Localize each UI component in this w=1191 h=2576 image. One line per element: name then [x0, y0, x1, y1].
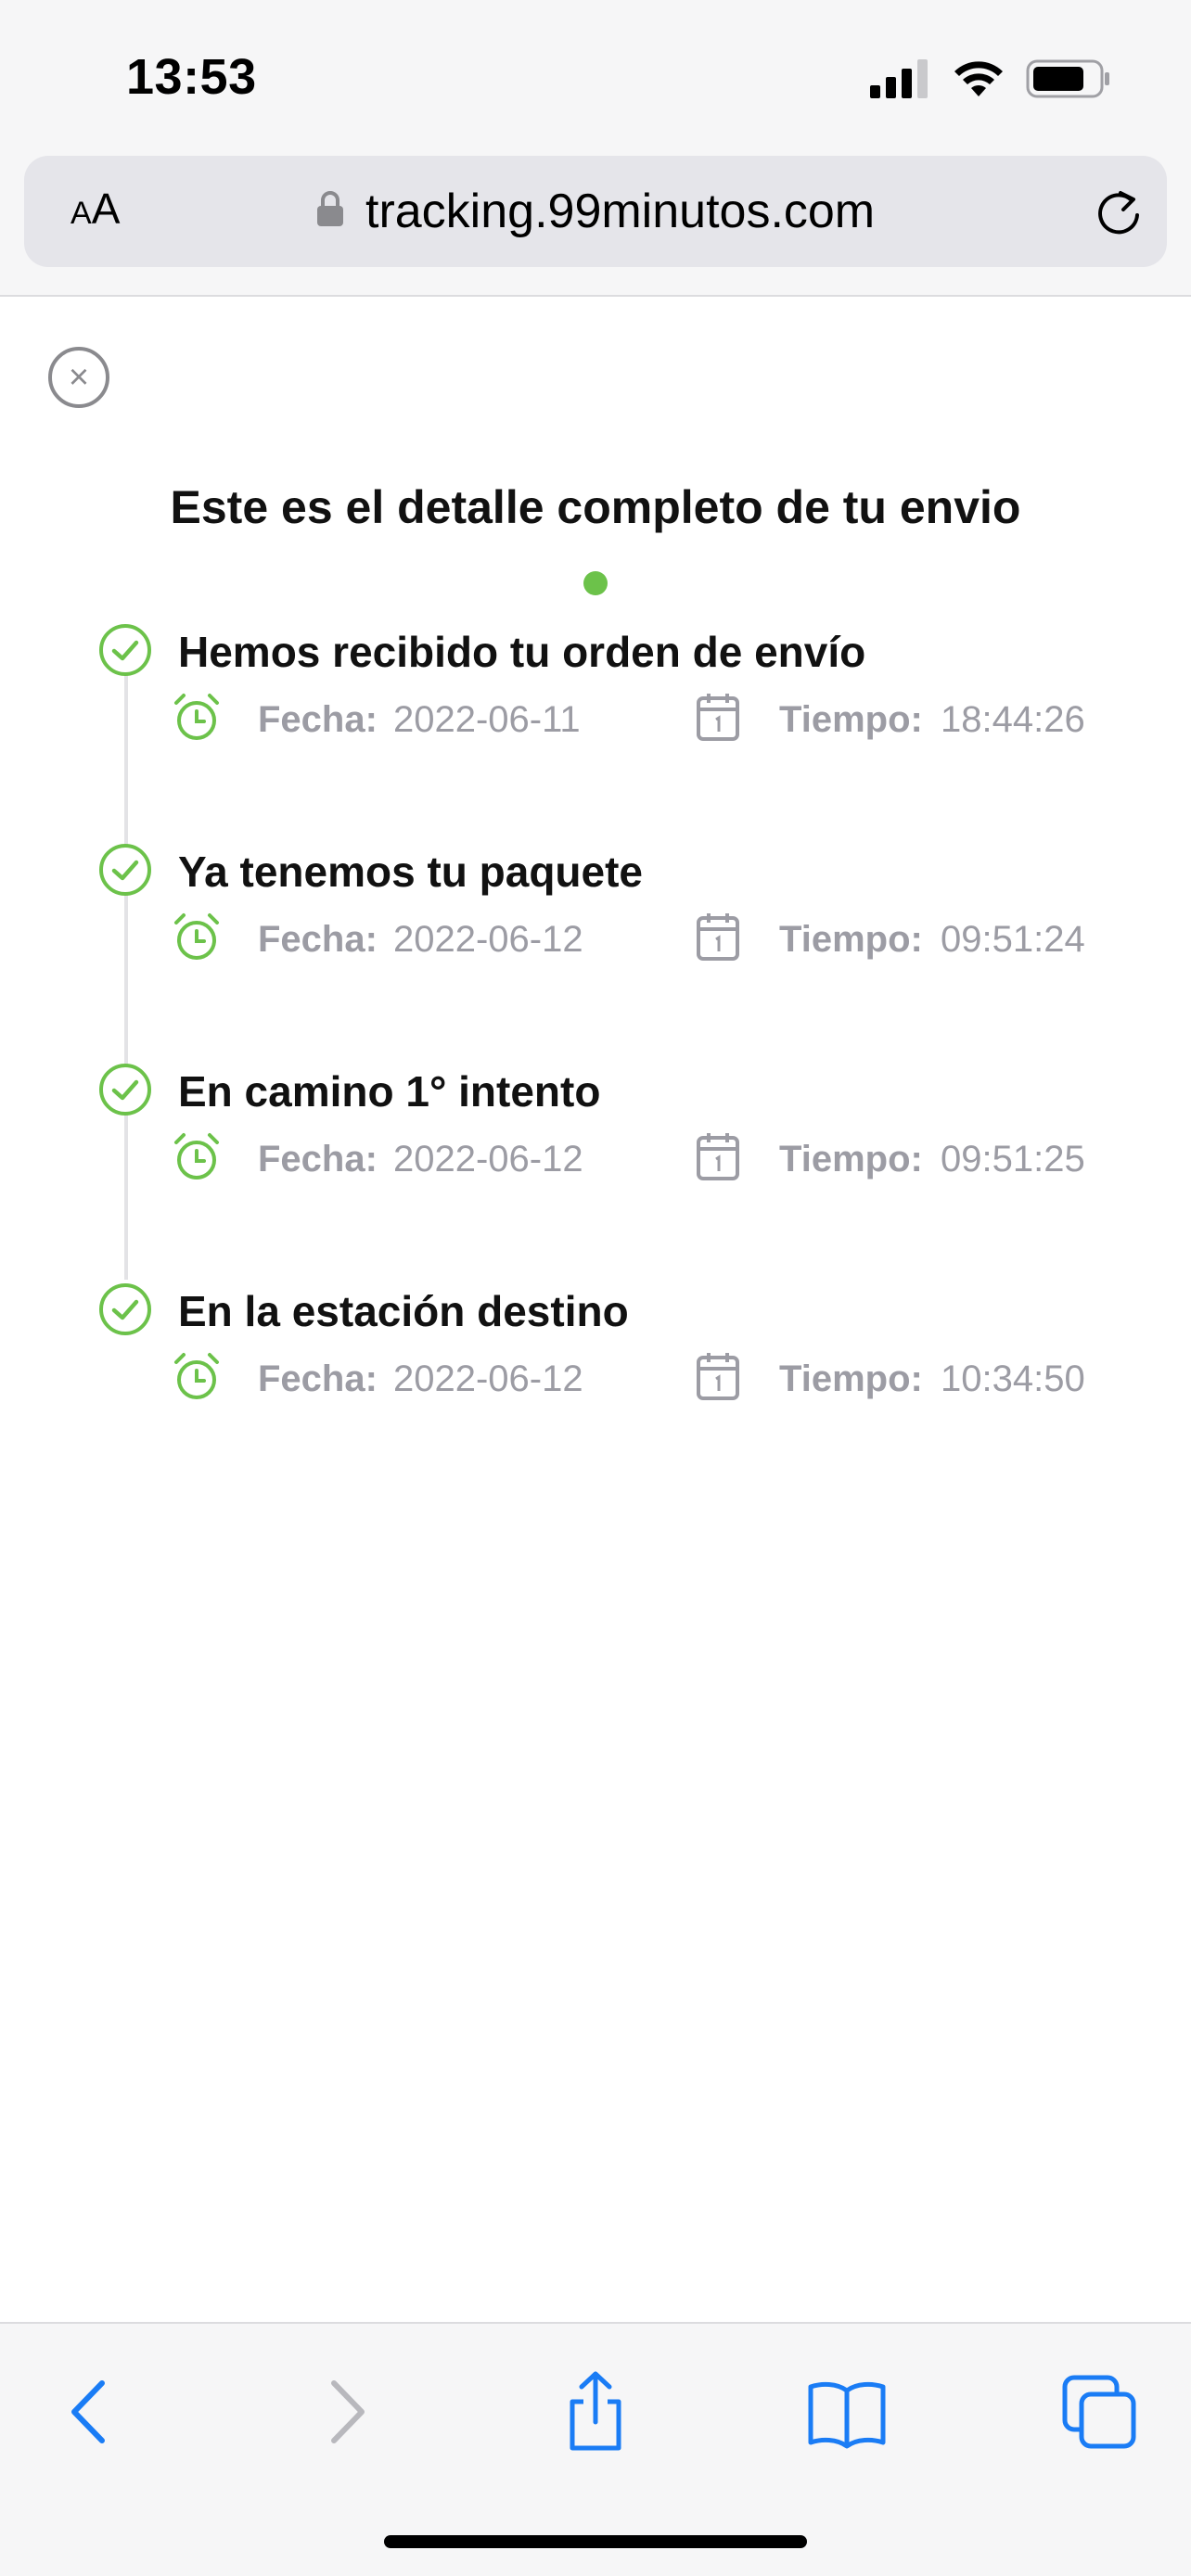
alarm-clock-icon: [174, 1353, 219, 1399]
calendar-icon: [697, 913, 739, 961]
calendar-icon: [697, 1353, 739, 1400]
timeline-event: Hemos recibido tu orden de envío Fecha: …: [0, 623, 1191, 809]
check-circle-icon: [99, 844, 151, 896]
url-text[interactable]: tracking.99minutos.com: [365, 184, 875, 239]
timeline-start-dot: [583, 571, 608, 595]
wifi-icon: [954, 61, 1003, 96]
timeline-event: En camino 1° intento Fecha: 2022-06-12 T…: [0, 1063, 1191, 1248]
timeline-event: En la estación destino Fecha: 2022-06-12…: [0, 1282, 1191, 1468]
check-circle-icon: [99, 1064, 151, 1116]
fecha-label: Fecha:: [258, 1358, 378, 1399]
tiempo-label: Tiempo:: [779, 1139, 923, 1180]
event-title: En la estación destino: [178, 1287, 629, 1335]
fecha-value: 2022-06-12: [393, 1139, 583, 1180]
fecha-label: Fecha:: [258, 1139, 378, 1180]
back-icon[interactable]: [48, 2370, 132, 2454]
calendar-icon: [697, 694, 739, 741]
alarm-clock-icon: [174, 913, 219, 960]
status-bar: 13:53: [0, 0, 1191, 148]
browser-top-bar: AA tracking.99minutos.com: [0, 148, 1191, 297]
fecha-value: 2022-06-11: [393, 699, 581, 740]
fecha-value: 2022-06-12: [393, 919, 583, 960]
battery-icon: [1026, 59, 1109, 98]
alarm-clock-icon: [174, 1133, 219, 1180]
calendar-icon: [697, 1133, 739, 1180]
share-icon[interactable]: [554, 2370, 637, 2454]
tiempo-value: 10:34:50: [941, 1358, 1085, 1399]
fecha-label: Fecha:: [258, 919, 378, 960]
home-indicator[interactable]: [384, 2535, 807, 2548]
alarm-clock-icon: [174, 694, 219, 740]
signal-icon: [870, 59, 928, 98]
tiempo-label: Tiempo:: [779, 1358, 923, 1399]
forward-icon[interactable]: [304, 2370, 388, 2454]
fecha-value: 2022-06-12: [393, 1358, 583, 1399]
event-title: Hemos recibido tu orden de envío: [178, 628, 866, 676]
tabs-icon[interactable]: [1057, 2370, 1141, 2454]
fecha-label: Fecha:: [258, 699, 378, 740]
tiempo-value: 09:51:24: [941, 919, 1085, 960]
tiempo-label: Tiempo:: [779, 919, 923, 960]
tiempo-value: 18:44:26: [941, 699, 1085, 740]
timeline-event: Ya tenemos tu paquete Fecha: 2022-06-12 …: [0, 843, 1191, 1028]
event-title: En camino 1° intento: [178, 1067, 601, 1116]
reload-icon[interactable]: [1093, 187, 1145, 239]
check-circle-icon: [99, 624, 151, 676]
tiempo-label: Tiempo:: [779, 699, 923, 740]
text-size-button[interactable]: AA: [70, 184, 120, 234]
close-icon: ×: [68, 358, 90, 397]
page-title: Este es el detalle completo de tu envio: [170, 481, 1021, 533]
bookmarks-icon[interactable]: [805, 2370, 889, 2454]
lock-icon: [317, 191, 343, 226]
event-title: Ya tenemos tu paquete: [178, 848, 644, 896]
status-time: 13:53: [126, 49, 257, 105]
tiempo-value: 09:51:25: [941, 1139, 1085, 1180]
check-circle-icon: [99, 1283, 151, 1335]
close-button[interactable]: ×: [48, 347, 109, 408]
address-bar[interactable]: AA tracking.99minutos.com: [24, 156, 1167, 267]
